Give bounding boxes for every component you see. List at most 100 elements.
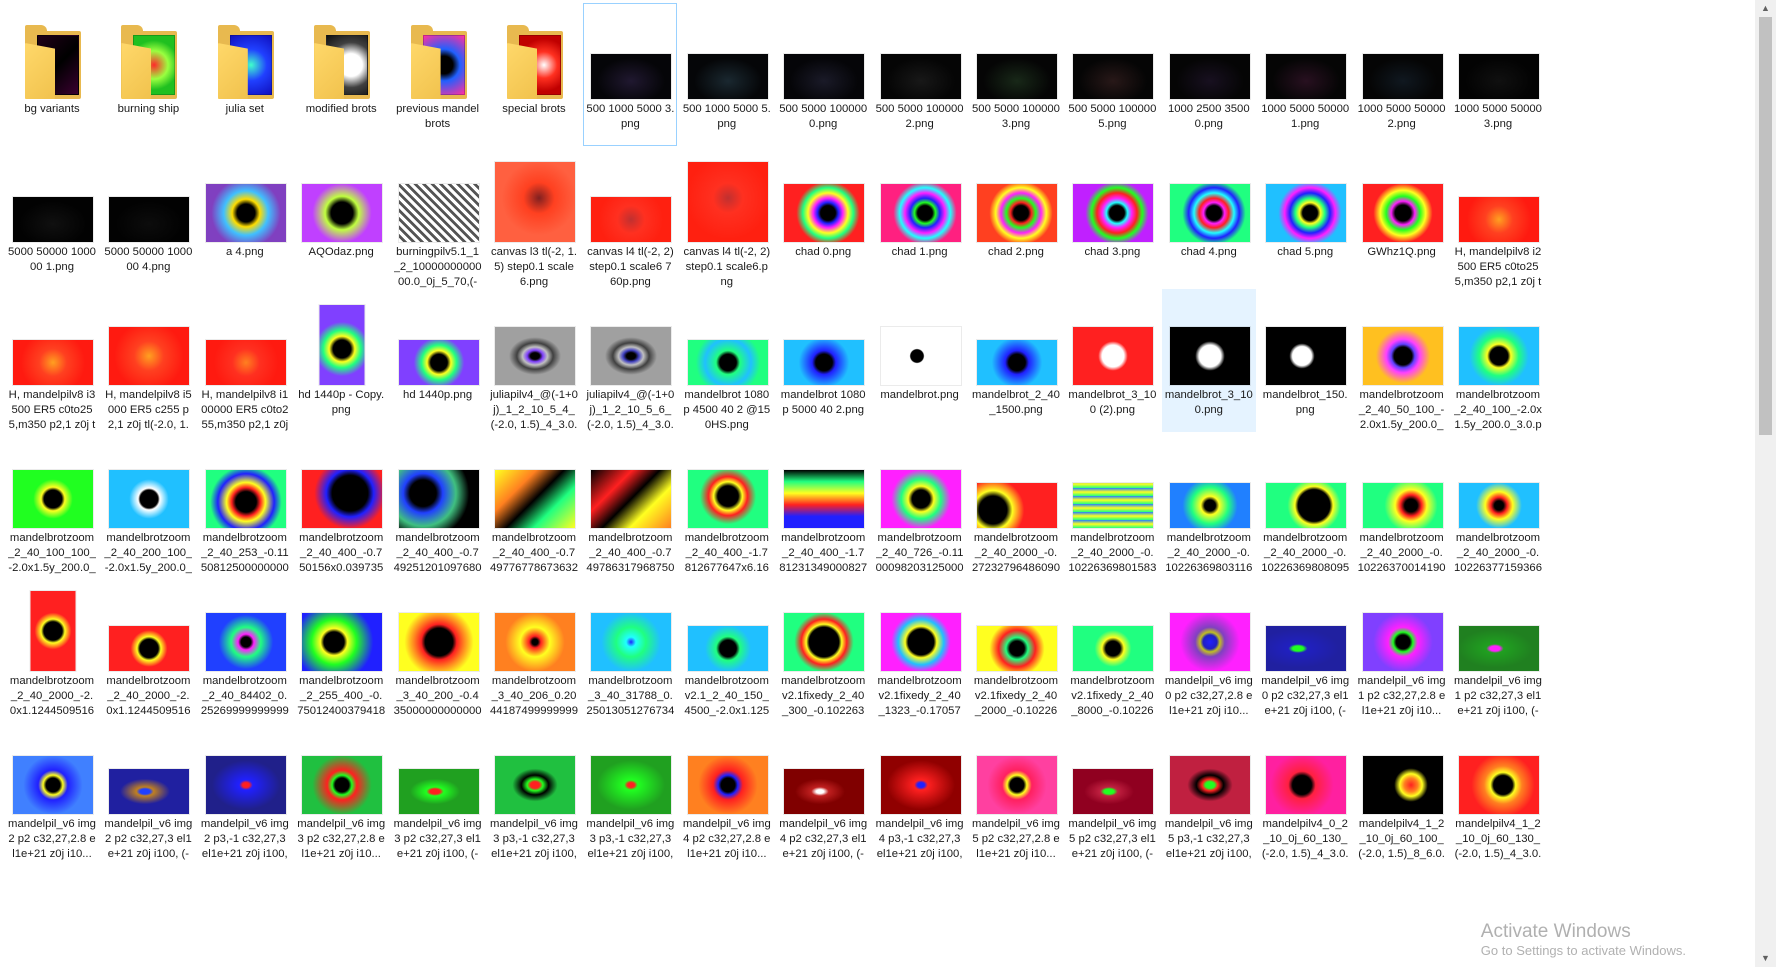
file-item[interactable]: mandelbrotzoom_2_40_84402_0.252699999999…	[198, 575, 292, 718]
file-item[interactable]: mandelpilv4_1_2_10_0j_60_130_(-2.0, 1.5)…	[1451, 718, 1545, 861]
file-item[interactable]: mandelpil_v6 img5 p3,-1 c32,27,3 el1e+21…	[1162, 718, 1256, 861]
file-item[interactable]: mandelpil_v6 img3 p3,-1 c32,27,3 el1e+21…	[487, 718, 581, 861]
file-item[interactable]: 5000 50000 100000 4.png	[101, 146, 195, 289]
file-item[interactable]: juliapilv4_@(-1+0j)_1_2_10_5_4_(-2.0, 1.…	[487, 289, 581, 432]
file-item[interactable]: mandelpil_v6 img3 p2 c32,27,2.8 el1e+21 …	[294, 718, 388, 861]
file-item[interactable]: mandelbrotzoom_2_40_2000_-0.102263698080…	[1258, 432, 1352, 575]
file-item[interactable]: mandelbrotzoom_2_40_50_100_-2.0x1.5y_200…	[1355, 289, 1449, 432]
scroll-up-icon[interactable]: ▲	[1755, 0, 1776, 17]
file-item[interactable]: chad 3.png	[1065, 146, 1159, 289]
file-item[interactable]: mandelbrotzoom_3_40_31788_0.250130512767…	[583, 575, 677, 718]
file-item[interactable]: mandelbrot_150.png	[1258, 289, 1352, 432]
file-item[interactable]: mandelbrotzoom_2_40_400_-0.750156x0.0397…	[294, 432, 388, 575]
file-item[interactable]: mandelbrot_3_100 (2).png	[1065, 289, 1159, 432]
file-item[interactable]: chad 5.png	[1258, 146, 1352, 289]
file-item[interactable]: mandelbrotzoom_3_40_200_-0.4350000000000…	[391, 575, 485, 718]
file-item[interactable]: mandelpil_v6 img3 p3,-1 c32,27,3 el1e+21…	[583, 718, 677, 861]
file-item[interactable]: H, mandelpilv8 i3500 ER5 c0to255,m350 p2…	[5, 289, 99, 432]
file-item[interactable]: mandelpil_v6 img4 p3,-1 c32,27,3 el1e+21…	[873, 718, 967, 861]
file-item[interactable]: mandelpil_v6 img3 p2 c32,27,3 el1e+21 z0…	[391, 718, 485, 861]
file-item[interactable]: mandelbrotzoom v2.1fixedy_2_40_300_-0.10…	[776, 575, 870, 718]
file-item[interactable]: 500 1000 5000 5.png	[680, 3, 774, 146]
file-item[interactable]: mandelbrotzoom v2.1fixedy_2_40_2000_-0.1…	[969, 575, 1063, 718]
file-item[interactable]: mandelbrotzoom v2.1fixedy_2_40_8000_-0.1…	[1065, 575, 1159, 718]
vertical-scrollbar[interactable]: ▲ ▼	[1755, 0, 1776, 967]
file-item[interactable]: 500 5000 100000 2.png	[873, 3, 967, 146]
file-item[interactable]: H, mandelpilv8 i2500 ER5 c0to255,m350 p2…	[1451, 146, 1545, 289]
file-item[interactable]: 500 5000 100000 5.png	[1065, 3, 1159, 146]
file-item[interactable]: mandelbrotzoom_2_40_2000_-0.102263771593…	[1451, 432, 1545, 575]
file-item[interactable]: mandelbrotzoom_2_40_200_100_-2.0x1.5y_20…	[101, 432, 195, 575]
file-item[interactable]: mandelbrot 1080p 5000 40 2.png	[776, 289, 870, 432]
file-item[interactable]: chad 2.png	[969, 146, 1063, 289]
file-item[interactable]: canvas l3 tl(-2, 1.5) step0.1 scale6.png	[487, 146, 581, 289]
file-item[interactable]: hd 1440p.png	[391, 289, 485, 432]
folder-item[interactable]: special brots	[487, 3, 581, 146]
file-item[interactable]: mandelbrotzoom_2_40_400_-0.7497863179687…	[583, 432, 677, 575]
folder-item[interactable]: bg variants	[5, 3, 99, 146]
file-item[interactable]: AQOdaz.png	[294, 146, 388, 289]
file-item[interactable]: H, mandelpilv8 i5000 ER5 c255 p2,1 z0j t…	[101, 289, 195, 432]
file-item[interactable]: 500 5000 100000 3.png	[969, 3, 1063, 146]
file-item[interactable]: mandelpil_v6 img1 p2 c32,27,3 el1e+21 z0…	[1451, 575, 1545, 718]
file-item[interactable]: mandelbrotzoom_2_40_400_-0.7492512010976…	[391, 432, 485, 575]
file-item[interactable]: mandelpil_v6 img2 p2 c32,27,3 el1e+21 z0…	[101, 718, 195, 861]
file-item[interactable]: mandelbrotzoom_2_40_726_-0.1100098203125…	[873, 432, 967, 575]
folder-item[interactable]: burning ship	[101, 3, 195, 146]
file-item[interactable]: chad 4.png	[1162, 146, 1256, 289]
file-item[interactable]: mandelbrot_3_100.png	[1161, 289, 1256, 432]
file-item[interactable]: burningpilv5.1_1_2_1000000000000.0_0j_5_…	[391, 146, 485, 289]
file-item[interactable]: mandelbrotzoom v2.1_2_40_150_4500_-2.0x1…	[680, 575, 774, 718]
file-item[interactable]: 1000 5000 50000 3.png	[1451, 3, 1545, 146]
file-item[interactable]: mandelpil_v6 img0 p2 c32,27,2.8 el1e+21 …	[1162, 575, 1256, 718]
file-item[interactable]: mandelpilv4_0_2_10_0j_60_130_(-2.0, 1.5)…	[1258, 718, 1352, 861]
file-item[interactable]: mandelbrotzoom_3_40_206_0.20441874999999…	[487, 575, 581, 718]
file-item[interactable]: mandelbrotzoom_2_40_2000_-0.102263700141…	[1355, 432, 1449, 575]
file-item[interactable]: mandelpil_v6 img0 p2 c32,27,3 el1e+21 z0…	[1258, 575, 1352, 718]
file-item[interactable]: H, mandelpilv8 i100000 ER5 c0to255,m350 …	[198, 289, 292, 432]
file-item[interactable]: mandelpil_v6 img2 p2 c32,27,2.8 el1e+21 …	[5, 718, 99, 861]
file-item[interactable]: mandelbrotzoom_2_40_253_-0.1150812500000…	[198, 432, 292, 575]
file-item[interactable]: 500 5000 100000 0.png	[776, 3, 870, 146]
file-item[interactable]: mandelbrot_2_40_1500.png	[969, 289, 1063, 432]
file-item[interactable]: mandelpil_v6 img5 p2 c32,27,2.8 el1e+21 …	[969, 718, 1063, 861]
file-item[interactable]: mandelpil_v6 img1 p2 c32,27,2.8 el1e+21 …	[1355, 575, 1449, 718]
file-item[interactable]: mandelbrotzoom_2_40_400_-1.7812313490008…	[776, 432, 870, 575]
file-item[interactable]: chad 1.png	[873, 146, 967, 289]
file-item[interactable]: 500 1000 5000 3.png	[583, 3, 678, 146]
file-item[interactable]: canvas l4 tl(-2, 2) step0.1 scale6 760p.…	[583, 146, 677, 289]
file-item[interactable]: mandelbrot.png	[873, 289, 967, 432]
file-item[interactable]: mandelpil_v6 img4 p2 c32,27,3 el1e+21 z0…	[776, 718, 870, 861]
scroll-down-icon[interactable]: ▼	[1755, 950, 1776, 967]
file-item[interactable]: 1000 5000 50000 2.png	[1355, 3, 1449, 146]
file-item[interactable]: mandelbrotzoom_2_255_400_-0.750124003794…	[294, 575, 388, 718]
file-item[interactable]: mandelpilv4_1_2_10_0j_60_100_(-2.0, 1.5)…	[1355, 718, 1449, 861]
file-item[interactable]: mandelbrot 1080p 4500 40 2 @150HS.png	[680, 289, 774, 432]
scroll-thumb[interactable]	[1759, 17, 1772, 435]
file-item[interactable]: mandelbrotzoom_2_40_2000_-2.0x1.12445095…	[5, 575, 99, 718]
file-item[interactable]: hd 1440p - Copy.png	[294, 289, 388, 432]
file-item[interactable]: mandelpil_v6 img5 p2 c32,27,3 el1e+21 z0…	[1065, 718, 1159, 861]
file-item[interactable]: mandelbrotzoom_2_40_100_-2.0x1.5y_200.0_…	[1451, 289, 1545, 432]
file-item[interactable]: mandelbrotzoom v2.1fixedy_2_40_1323_-0.1…	[873, 575, 967, 718]
file-item[interactable]: mandelbrotzoom_2_40_400_-1.7812677647x6.…	[680, 432, 774, 575]
file-item[interactable]: 1000 5000 50000 1.png	[1258, 3, 1352, 146]
folder-item[interactable]: modified brots	[294, 3, 388, 146]
file-item[interactable]: GWhz1Q.png	[1355, 146, 1449, 289]
file-item[interactable]: chad 0.png	[776, 146, 870, 289]
file-item[interactable]: mandelpil_v6 img4 p2 c32,27,2.8 el1e+21 …	[680, 718, 774, 861]
file-item[interactable]: mandelpil_v6 img2 p3,-1 c32,27,3 el1e+21…	[198, 718, 292, 861]
file-item[interactable]: mandelbrotzoom_2_40_2000_-0.272327964860…	[969, 432, 1063, 575]
file-item[interactable]: canvas l4 tl(-2, 2) step0.1 scale6.png	[680, 146, 774, 289]
folder-item[interactable]: previous mandelbrots	[391, 3, 485, 146]
file-item[interactable]: juliapilv4_@(-1+0j)_1_2_10_5_6_(-2.0, 1.…	[583, 289, 677, 432]
file-item[interactable]: mandelbrotzoom_2_40_400_-0.7497767786736…	[487, 432, 581, 575]
file-item[interactable]: 5000 50000 100000 1.png	[5, 146, 99, 289]
file-item[interactable]: 1000 2500 3500 0.png	[1162, 3, 1256, 146]
file-item[interactable]: mandelbrotzoom_2_40_2000_-0.102263698031…	[1162, 432, 1256, 575]
file-item[interactable]: mandelbrotzoom_2_40_100_100_-2.0x1.5y_20…	[5, 432, 99, 575]
file-item[interactable]: a 4.png	[198, 146, 292, 289]
file-item[interactable]: mandelbrotzoom_2_40_2000_-2.0x1.12445095…	[101, 575, 195, 718]
file-item[interactable]: mandelbrotzoom_2_40_2000_-0.102263698015…	[1065, 432, 1159, 575]
folder-item[interactable]: julia set	[198, 3, 292, 146]
